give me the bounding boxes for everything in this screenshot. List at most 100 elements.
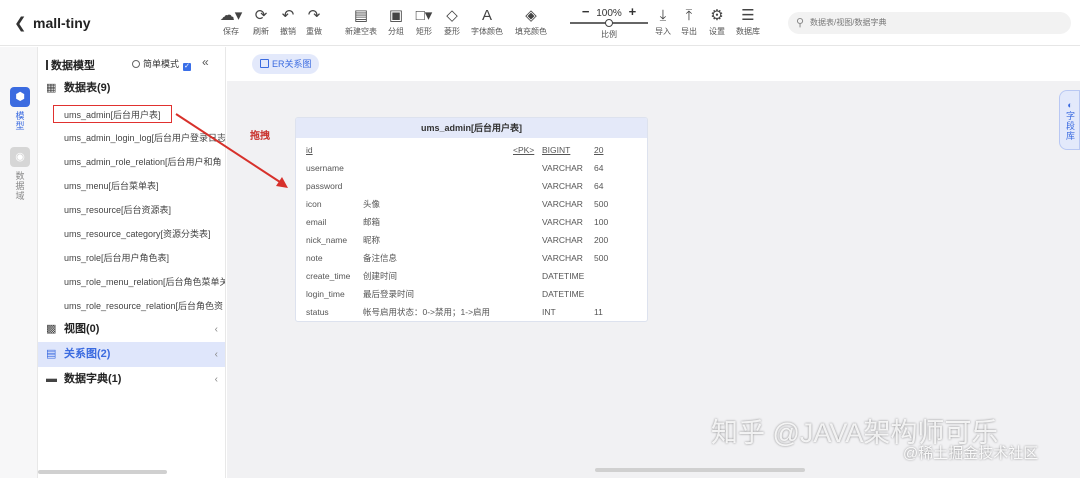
- zoom-slider-handle[interactable]: [605, 19, 613, 27]
- diamond-button[interactable]: ◇ 菱形: [441, 6, 463, 37]
- data-domain-icon: ◉: [10, 147, 30, 167]
- group-relations[interactable]: ▤ 关系图(2) ‹: [38, 342, 225, 367]
- table-item[interactable]: ums_admin_role_relation[后台用户和角: [64, 153, 222, 171]
- field-comment: 头像: [363, 199, 381, 209]
- database-button[interactable]: ☰ 数据库: [733, 6, 763, 37]
- field-type: VARCHAR: [542, 217, 583, 227]
- field-comment: 最后登录时间: [363, 289, 415, 299]
- group-views[interactable]: ▩ 视图(0) ‹: [38, 317, 225, 342]
- left-rail: ⬢ 模型 ◉ 数据域: [0, 47, 38, 478]
- field-type: DATETIME: [542, 271, 585, 281]
- rail-item-model[interactable]: ⬢ 模型: [9, 87, 31, 131]
- save-button[interactable]: ☁▾ 保存: [218, 6, 244, 37]
- entity-field-row[interactable]: id <PK> BIGINT 20: [296, 141, 647, 159]
- back-icon[interactable]: ❮: [14, 14, 27, 32]
- canvas-scrollbar[interactable]: [595, 468, 805, 472]
- field-library-tab[interactable]: ◐字段库: [1059, 90, 1080, 150]
- field-name: password: [306, 181, 343, 191]
- field-type: BIGINT: [542, 145, 571, 155]
- field-type: VARCHAR: [542, 181, 583, 191]
- search-placeholder: 数据表/视图/数据字典: [810, 18, 887, 27]
- undo-button[interactable]: ↶ 撤销: [277, 6, 299, 37]
- redo-button[interactable]: ↷ 重做: [303, 6, 325, 37]
- table-item[interactable]: ums_resource_category[资源分类表]: [64, 225, 211, 243]
- field-length: 20: [594, 145, 604, 155]
- rail-item-data-domain[interactable]: ◉ 数据域: [9, 147, 31, 201]
- field-name: create_time: [306, 271, 351, 281]
- entity-title: ums_admin[后台用户表]: [296, 118, 647, 138]
- entity-field-row[interactable]: password VARCHAR 64: [296, 177, 647, 195]
- font-color-button[interactable]: A 字体颜色: [468, 6, 506, 37]
- simple-mode-toggle[interactable]: 简单模式 ✓: [132, 57, 192, 71]
- import-button[interactable]: ⤓ 导入: [652, 6, 674, 37]
- group-dictionary[interactable]: ▬ 数据字典(1) ‹: [38, 367, 225, 392]
- field-comment: 邮箱: [363, 217, 381, 227]
- field-name: email: [306, 217, 327, 227]
- relation-icon: ▤: [46, 348, 57, 360]
- field-type: VARCHAR: [542, 163, 583, 173]
- new-blank-table-button[interactable]: ▤ 新建空表: [342, 6, 380, 37]
- entity-field-row[interactable]: nick_name 昵称 VARCHAR 200: [296, 231, 647, 249]
- field-type: INT: [542, 307, 556, 317]
- new-blank-icon: ▤: [353, 7, 369, 24]
- entity-field-row[interactable]: icon 头像 VARCHAR 500: [296, 195, 647, 213]
- entity-field-row[interactable]: username VARCHAR 64: [296, 159, 647, 177]
- entity-field-row[interactable]: email 邮箱 VARCHAR 100: [296, 213, 647, 231]
- export-button[interactable]: ⤒ 导出: [678, 6, 700, 37]
- chevron-left-icon[interactable]: ‹: [215, 317, 218, 342]
- field-name: login_time: [306, 289, 345, 299]
- fill-color-button[interactable]: ◈ 填充颜色: [512, 6, 550, 37]
- table-icon: ▦: [46, 82, 57, 94]
- field-comment: 创建时间: [363, 271, 398, 281]
- collapse-sidebar-icon[interactable]: «: [202, 55, 209, 69]
- field-library-icon: ◐: [1065, 99, 1075, 111]
- rectangle-button[interactable]: □▾ 矩形: [411, 6, 437, 37]
- entity-field-row[interactable]: create_time 创建时间 DATETIME: [296, 267, 647, 285]
- field-name: note: [306, 253, 323, 263]
- diamond-icon: ◇: [446, 7, 458, 24]
- entity-table-ums-admin[interactable]: ums_admin[后台用户表] id <PK> BIGINT 20 username V…: [295, 117, 648, 322]
- table-item[interactable]: ums_admin_login_log[后台用户登录日志: [64, 129, 225, 147]
- model-sidebar: 数据模型 简单模式 ✓ « ▦ 数据表(9) ums_admin[后台用户表] um…: [38, 47, 226, 478]
- table-item-ums-admin[interactable]: ums_admin[后台用户表]: [53, 105, 172, 123]
- entity-field-row[interactable]: status 帐号启用状态：0->禁用；1->启用 INT 11: [296, 303, 647, 321]
- field-length: 200: [594, 235, 609, 245]
- drag-annotation: 拖拽: [250, 131, 270, 142]
- zoom-out-button[interactable]: −: [582, 4, 590, 19]
- entity-field-row[interactable]: note 备注信息 VARCHAR 500: [296, 249, 647, 267]
- table-item[interactable]: ums_role[后台用户角色表]: [64, 249, 169, 267]
- project-name: mall-tiny: [33, 15, 91, 31]
- top-toolbar: ❮ mall-tiny ☁▾ 保存 ⟳ 刷新 ↶ 撤销 ↷ 重做 ▤ 新建空表 …: [0, 0, 1080, 46]
- table-item[interactable]: ums_role_resource_relation[后台角色资: [64, 297, 223, 315]
- table-item[interactable]: ums_role_menu_relation[后台角色菜单关: [64, 273, 225, 291]
- zoom-in-button[interactable]: +: [629, 4, 637, 19]
- sidebar-scrollbar[interactable]: [38, 470, 167, 474]
- settings-button[interactable]: ⚙ 设置: [706, 6, 728, 37]
- group-tables[interactable]: ▦ 数据表(9): [38, 76, 225, 101]
- refresh-icon: ⟳: [254, 7, 268, 24]
- font-color-icon: A: [481, 7, 492, 24]
- cube-icon: ⬢: [10, 87, 30, 107]
- field-length: 500: [594, 253, 609, 263]
- entity-field-row[interactable]: login_time 最后登录时间 DATETIME: [296, 285, 647, 303]
- refresh-button[interactable]: ⟳ 刷新: [250, 6, 272, 37]
- zoom-slider[interactable]: [568, 19, 650, 27]
- chevron-left-icon[interactable]: ‹: [215, 342, 218, 367]
- field-length: 500: [594, 199, 609, 209]
- field-length: 64: [594, 181, 604, 191]
- field-name: status: [306, 307, 329, 317]
- table-item[interactable]: ums_menu[后台菜单表]: [64, 177, 159, 195]
- table-item[interactable]: ums_resource[后台资源表]: [64, 201, 171, 219]
- import-icon: ⤓: [659, 7, 667, 24]
- field-key: <PK>: [513, 145, 535, 155]
- er-canvas[interactable]: ER关系图 拖拽 ums_admin[后台用户表] id <PK> BIGINT 20…: [227, 47, 1080, 478]
- checkbox-checked-icon[interactable]: ✓: [183, 63, 192, 71]
- field-length: 64: [594, 163, 604, 173]
- watermark: @稀土掘金技术社区: [903, 445, 1039, 462]
- tab-er-diagram[interactable]: ER关系图: [252, 54, 319, 74]
- fill-color-icon: ◈: [525, 7, 537, 24]
- search-input[interactable]: ⚲ 数据表/视图/数据字典: [788, 12, 1071, 34]
- group-button[interactable]: ▣ 分组: [385, 6, 407, 37]
- chevron-left-icon[interactable]: ‹: [215, 367, 218, 392]
- radio-icon: [132, 60, 140, 68]
